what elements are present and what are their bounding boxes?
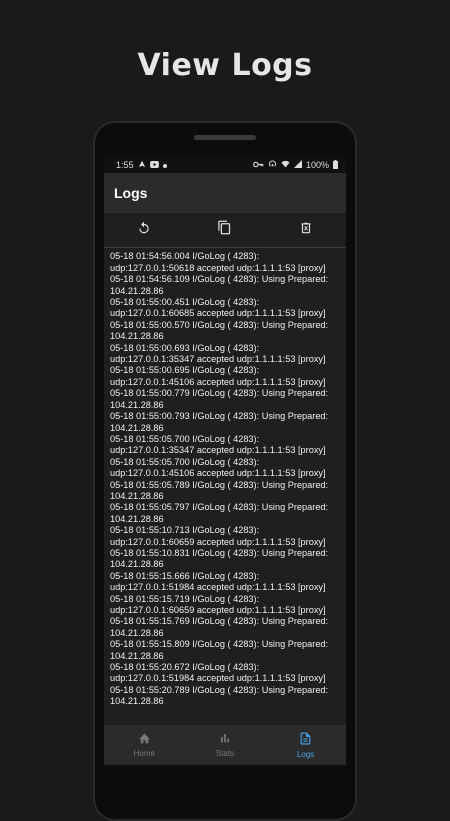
log-line: udp:127.0.0.1:51984 accepted udp:1.1.1.1…: [110, 582, 326, 593]
phone-frame: 1:55 100% Logs 05-18 01:54:56.004 I/GoLo…: [93, 121, 357, 821]
copy-icon: [217, 220, 232, 240]
log-line: 104.21.28.86: [110, 422, 164, 433]
log-line: 05-18 01:55:15.809 I/GoLog ( 4283): Usin…: [110, 639, 329, 650]
log-line: 104.21.28.86: [110, 331, 164, 342]
delete-icon: [299, 221, 313, 240]
refresh-icon: [137, 221, 151, 240]
nav-home-label: Home: [133, 749, 155, 758]
copy-button[interactable]: [211, 216, 239, 244]
log-line: udp:127.0.0.1:60659 accepted udp:1.1.1.1…: [110, 605, 326, 615]
bottom-navigation: Home Stats Logs: [104, 725, 346, 765]
notification-dot-icon: [162, 161, 167, 170]
promo-title: View Logs: [137, 48, 313, 83]
log-line: 104.21.28.86: [110, 559, 164, 570]
log-line: udp:127.0.0.1:60685 accepted udp:1.1.1.1…: [110, 308, 326, 319]
log-line: 05-18 01:55:20.672 I/GoLog ( 4283):: [110, 662, 260, 673]
log-line: 05-18 01:55:00.695 I/GoLog ( 4283):: [110, 365, 260, 376]
log-line: 05-18 01:55:00.693 I/GoLog ( 4283):: [110, 342, 260, 353]
log-line: 05-18 01:55:15.666 I/GoLog ( 4283):: [110, 570, 260, 581]
vpn-key-icon: [253, 161, 264, 170]
log-line: 05-18 01:55:05.789 I/GoLog ( 4283): Usin…: [110, 479, 329, 490]
log-line: 104.21.28.86: [110, 627, 164, 638]
document-icon: [300, 732, 311, 750]
status-bar: 1:55 100%: [104, 157, 346, 173]
log-line: 05-18 01:55:15.769 I/GoLog ( 4283): Usin…: [110, 616, 329, 627]
log-line: 05-18 01:54:56.109 I/GoLog ( 4283): Usin…: [110, 274, 329, 285]
nav-logs-label: Logs: [296, 749, 315, 759]
youtube-icon: [149, 160, 159, 170]
log-line: 104.21.28.86: [110, 399, 164, 410]
log-line: udp:127.0.0.1:45106 accepted udp:1.1.1.1…: [110, 376, 326, 387]
log-line: udp:127.0.0.1:45106 accepted udp:1.1.1.1…: [110, 468, 326, 479]
log-line: 05-18 01:54:56.004 I/GoLog ( 4283):: [110, 251, 260, 262]
log-list: 104.21.28.86 05-18 01:54:56.004 I/GoLog (…: [110, 248, 342, 708]
log-line: 05-18 01:55:10.831 I/GoLog ( 4283): Usin…: [110, 547, 329, 558]
log-line: udp:127.0.0.1:35347 accepted udp:1.1.1.1…: [110, 445, 326, 456]
log-line: 104.21.28.86: [110, 490, 164, 501]
log-toolbar: [104, 213, 346, 248]
battery-percentage: 100%: [305, 160, 329, 170]
log-line: udp:127.0.0.1:51984 accepted udp:1.1.1.1…: [110, 673, 326, 684]
hotspot-icon: [268, 160, 277, 170]
log-line: 05-18 01:55:00.779 I/GoLog ( 4283): Usin…: [110, 388, 329, 399]
phone-screen: 1:55 100% Logs 05-18 01:54:56.004 I/GoLo…: [104, 157, 346, 765]
log-line: 05-18 01:55:05.700 I/GoLog ( 4283):: [110, 456, 260, 467]
nav-logs[interactable]: Logs: [271, 732, 341, 759]
log-line: 05-18 01:55:20.789 I/GoLog ( 4283): Usin…: [110, 684, 329, 695]
log-line: 104.21.28.86: [110, 650, 164, 661]
log-line: 104.21.28.86: [110, 285, 164, 296]
bar-chart-icon: [219, 732, 231, 749]
log-line: 05-18 01:55:00.451 I/GoLog ( 4283):: [110, 297, 260, 308]
log-line: 05-18 01:55:05.700 I/GoLog ( 4283):: [110, 433, 260, 444]
nav-stats-label: Stats: [215, 749, 235, 758]
refresh-button[interactable]: [130, 216, 158, 244]
log-line: 05-18 01:55:10.713 I/GoLog ( 4283):: [110, 525, 260, 536]
log-line: udp:127.0.0.1:50618 accepted udp:1.1.1.1…: [110, 262, 326, 273]
app-bar: Logs: [104, 173, 346, 213]
page-title: Logs: [114, 185, 148, 201]
navigation-arrow-icon: [138, 160, 146, 170]
home-icon: [138, 732, 151, 749]
log-line: 05-18 01:55:05.797 I/GoLog ( 4283): Usin…: [110, 502, 329, 513]
nav-stats[interactable]: Stats: [190, 732, 260, 758]
delete-button[interactable]: [292, 216, 320, 244]
log-line: 104.21.28.86: [110, 696, 164, 707]
log-line: 104.21.28.86: [110, 513, 164, 524]
nav-home[interactable]: Home: [109, 732, 179, 758]
battery-icon: [333, 159, 338, 171]
log-line: udp:127.0.0.1:35347 accepted udp:1.1.1.1…: [110, 354, 326, 365]
signal-icon: [293, 160, 302, 170]
phone-speaker: [194, 135, 256, 140]
log-line: 05-18 01:55:00.570 I/GoLog ( 4283): Usin…: [110, 319, 329, 330]
status-time: 1:55: [116, 160, 134, 170]
log-line: 05-18 01:55:00.793 I/GoLog ( 4283): Usin…: [110, 411, 329, 422]
log-line: 05-18 01:55:15.719 I/GoLog ( 4283):: [110, 593, 260, 604]
log-line: udp:127.0.0.1:60659 accepted udp:1.1.1.1…: [110, 536, 326, 547]
wifi-icon: [281, 160, 290, 170]
log-output[interactable]: 104.21.28.86 05-18 01:54:56.004 I/GoLog (…: [110, 248, 342, 726]
